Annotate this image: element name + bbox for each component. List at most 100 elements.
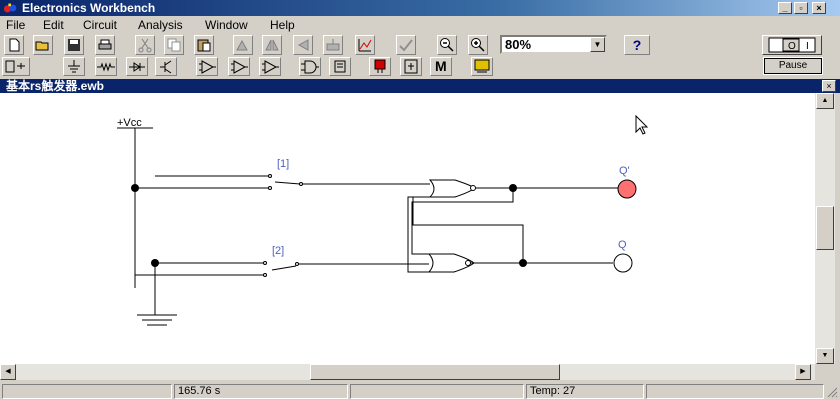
favorites-bin-button[interactable] [2, 57, 30, 76]
circuit-schematic: +Vcc [1] [2] Q' Q [117, 114, 649, 326]
favorites-icon [5, 60, 25, 73]
paste-icon [197, 39, 211, 52]
scroll-up-arrow-icon[interactable]: ▲ [816, 93, 834, 109]
zoom-in-button[interactable] [468, 35, 488, 55]
app-icon [3, 3, 17, 13]
mixed-ics-bin-button[interactable] [228, 57, 250, 76]
scroll-left-arrow-icon[interactable]: ◀ [0, 364, 16, 380]
zoom-level-value: 80% [505, 37, 532, 52]
maximize-button[interactable]: ▫ [794, 2, 808, 14]
indicator-icon [374, 59, 386, 73]
and-gate-icon [301, 60, 319, 74]
resize-grip-icon[interactable] [826, 386, 838, 398]
status-cell-5 [646, 384, 824, 399]
new-file-icon [9, 38, 20, 52]
opamp-icon [199, 60, 216, 74]
scroll-right-arrow-icon[interactable]: ▶ [795, 364, 811, 380]
vertical-scroll-thumb[interactable] [816, 206, 834, 250]
instrument-icon [474, 59, 490, 73]
save-icon [68, 39, 80, 51]
miscellaneous-bin-button[interactable]: M [430, 57, 452, 76]
bus-label: M [435, 58, 447, 74]
output-q-probe[interactable] [613, 253, 633, 273]
window-title: Electronics Workbench [22, 1, 156, 15]
menu-window[interactable]: Window [205, 17, 248, 33]
ground-source-icon [68, 60, 80, 73]
output-q-bar-probe[interactable] [617, 179, 637, 199]
control-icon [404, 59, 418, 74]
copy-button[interactable] [164, 35, 184, 55]
diodes-bin-button[interactable] [126, 57, 148, 76]
digital-ics-bin-button[interactable] [259, 57, 281, 76]
transistors-bin-button[interactable] [155, 57, 177, 76]
status-message [2, 384, 172, 399]
create-subcircuit-button[interactable] [355, 35, 375, 55]
zoom-in-icon [471, 38, 485, 52]
flip-vertical-button[interactable] [293, 35, 313, 55]
close-button[interactable]: × [812, 2, 826, 14]
component-icon [326, 39, 340, 51]
status-bar: 165.76 s Temp: 27 [0, 382, 840, 400]
open-file-button[interactable] [33, 35, 53, 55]
logic-gates-bin-button[interactable] [299, 57, 321, 76]
menu-help[interactable]: Help [270, 17, 295, 33]
zoom-level-select[interactable]: 80% ▼ [500, 35, 607, 54]
rotate-button[interactable] [233, 35, 253, 55]
scissors-icon [138, 38, 152, 53]
flip-horizontal-button[interactable] [262, 35, 282, 55]
temperature-readout: Temp: 27 [526, 384, 644, 399]
pause-button[interactable]: Pause [763, 57, 823, 75]
digital-bin-button[interactable] [329, 57, 351, 76]
basic-bin-button[interactable] [95, 57, 117, 76]
menu-circuit[interactable]: Circuit [83, 17, 117, 33]
flip-vertical-icon [297, 39, 309, 51]
menu-file[interactable]: File [6, 17, 25, 33]
circuit-canvas[interactable]: +Vcc [1] [2] Q' Q [0, 93, 815, 364]
menu-analysis[interactable]: Analysis [138, 17, 183, 33]
print-button[interactable] [95, 35, 115, 55]
output-q-bar-label: Q' [619, 165, 630, 177]
transistor-icon [160, 60, 172, 74]
scroll-down-arrow-icon[interactable]: ▼ [816, 348, 834, 364]
instruments-bin-button[interactable] [471, 57, 493, 76]
menu-edit[interactable]: Edit [43, 17, 64, 33]
chevron-down-icon[interactable]: ▼ [590, 37, 605, 52]
save-button[interactable] [64, 35, 84, 55]
document-close-button[interactable]: × [822, 80, 836, 92]
cut-button[interactable] [135, 35, 155, 55]
analog-ics-bin-button[interactable] [196, 57, 218, 76]
minimize-button[interactable]: _ [778, 2, 792, 14]
flipflop-icon [334, 60, 346, 73]
copy-icon [167, 38, 181, 52]
indicators-bin-button[interactable] [369, 57, 391, 76]
power-switch[interactable]: O I [762, 35, 822, 55]
rotate-icon [236, 39, 248, 51]
horizontal-scrollbar[interactable]: ◀ ▶ [0, 364, 815, 380]
power-off-label: O [788, 41, 796, 52]
folder-open-icon [35, 41, 49, 51]
simulation-time: 165.76 s [174, 384, 348, 399]
sources-bin-button[interactable] [63, 57, 85, 76]
printer-icon [98, 39, 112, 50]
new-file-button[interactable] [4, 35, 24, 55]
mixed-ic-icon [231, 60, 248, 74]
help-button[interactable]: ? [624, 35, 650, 55]
status-cell-3 [350, 384, 524, 399]
vcc-label: +Vcc [117, 117, 142, 129]
controls-bin-button[interactable] [400, 57, 422, 76]
check-pen-icon [399, 39, 413, 52]
paste-button[interactable] [194, 35, 214, 55]
zoom-out-icon [440, 38, 454, 52]
resistor-icon [97, 62, 115, 72]
document-title-bar: 基本rs触发器.ewb [0, 79, 840, 93]
horizontal-scroll-thumb[interactable] [310, 364, 560, 380]
vertical-scrollbar[interactable]: ▲ ▼ [815, 93, 835, 364]
component-properties-button[interactable] [323, 35, 343, 55]
analysis-graphs-button[interactable] [396, 35, 416, 55]
menu-bar: File Edit Circuit Analysis Window Help [0, 16, 840, 34]
power-on-label: I [806, 41, 809, 52]
graph-icon [358, 39, 372, 52]
switch-2-label: [2] [272, 245, 284, 257]
zoom-out-button[interactable] [437, 35, 457, 55]
output-q-label: Q [618, 239, 627, 251]
